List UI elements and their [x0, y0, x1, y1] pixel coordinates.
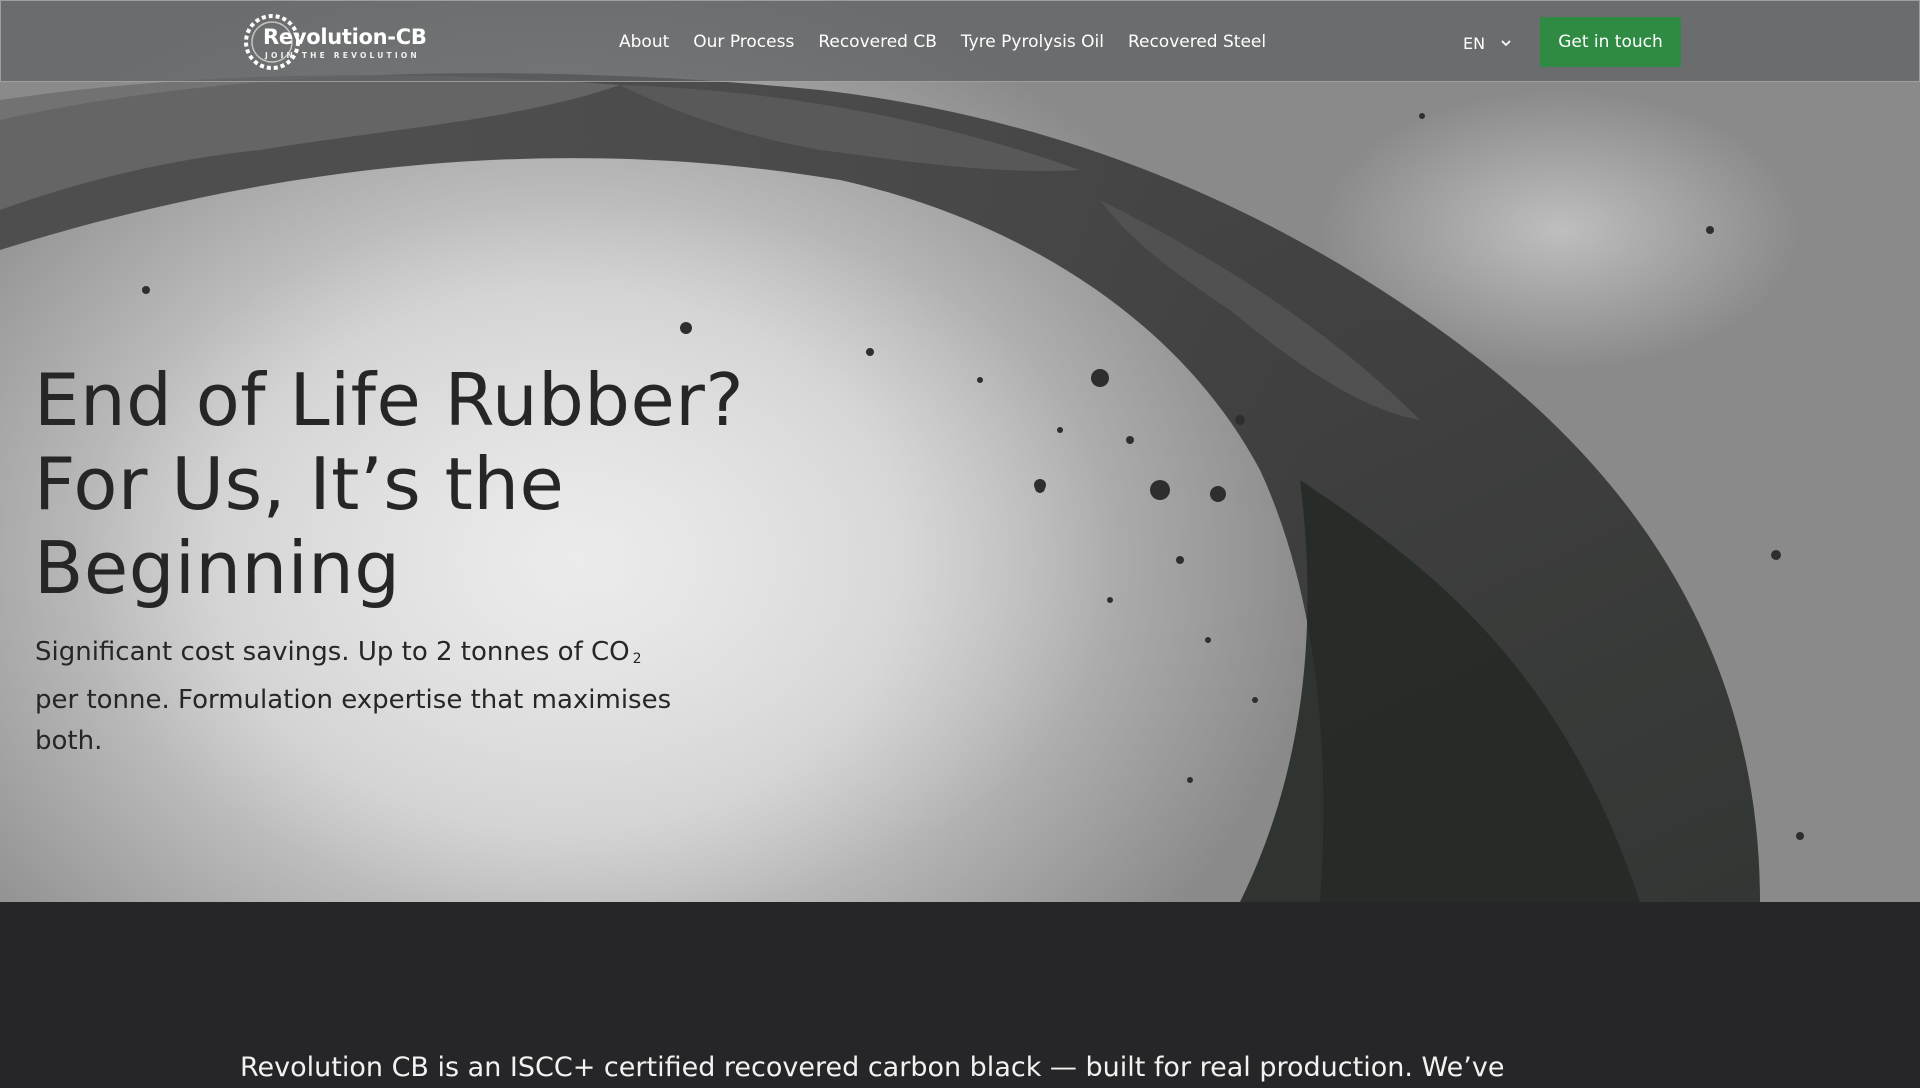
- logo-name: Revolution-CB: [263, 25, 427, 49]
- chevron-down-icon: [1501, 40, 1511, 46]
- hero-subcopy: Significant cost savings. Up to 2 tonnes…: [35, 632, 715, 762]
- hero-headline: End of Life Rubber? For Us, It’s the Beg…: [34, 358, 794, 610]
- nav-link-recovered-steel[interactable]: Recovered Steel: [1128, 30, 1266, 56]
- hero-headline-line: End of Life Rubber?: [34, 358, 745, 442]
- hero-subcopy-line: both.: [35, 726, 103, 756]
- co2-subscript: 2: [632, 651, 642, 667]
- nav-link-tyre-pyrolysis-oil[interactable]: Tyre Pyrolysis Oil: [961, 30, 1104, 56]
- main-menu: About Our Process Recovered CB Tyre Pyro…: [619, 30, 1266, 56]
- hero-headline-line: For Us, It’s the: [34, 442, 565, 526]
- language-code: EN: [1463, 33, 1486, 53]
- logo[interactable]: Revolution-CB JOIN THE REVOLUTION: [241, 11, 431, 73]
- logo-tagline: JOIN THE REVOLUTION: [265, 51, 420, 60]
- hero-subcopy-line: Significant cost savings. Up to 2 tonnes…: [35, 637, 630, 667]
- top-navigation-bar: Revolution-CB JOIN THE REVOLUTION About …: [0, 0, 1920, 82]
- hero-subcopy-line: per tonne. Formulation expertise that ma…: [35, 685, 672, 715]
- get-in-touch-button[interactable]: Get in touch: [1540, 17, 1681, 67]
- hero-section: Revolution-CB JOIN THE REVOLUTION About …: [0, 0, 1920, 902]
- hero-headline-line: Beginning: [34, 526, 401, 610]
- language-selector[interactable]: EN: [1463, 30, 1513, 56]
- nav-link-recovered-cb[interactable]: Recovered CB: [818, 30, 937, 56]
- nav-link-about[interactable]: About: [619, 30, 669, 56]
- nav-link-our-process[interactable]: Our Process: [693, 30, 794, 56]
- intro-text: Revolution CB is an ISCC+ certified reco…: [240, 1052, 1505, 1083]
